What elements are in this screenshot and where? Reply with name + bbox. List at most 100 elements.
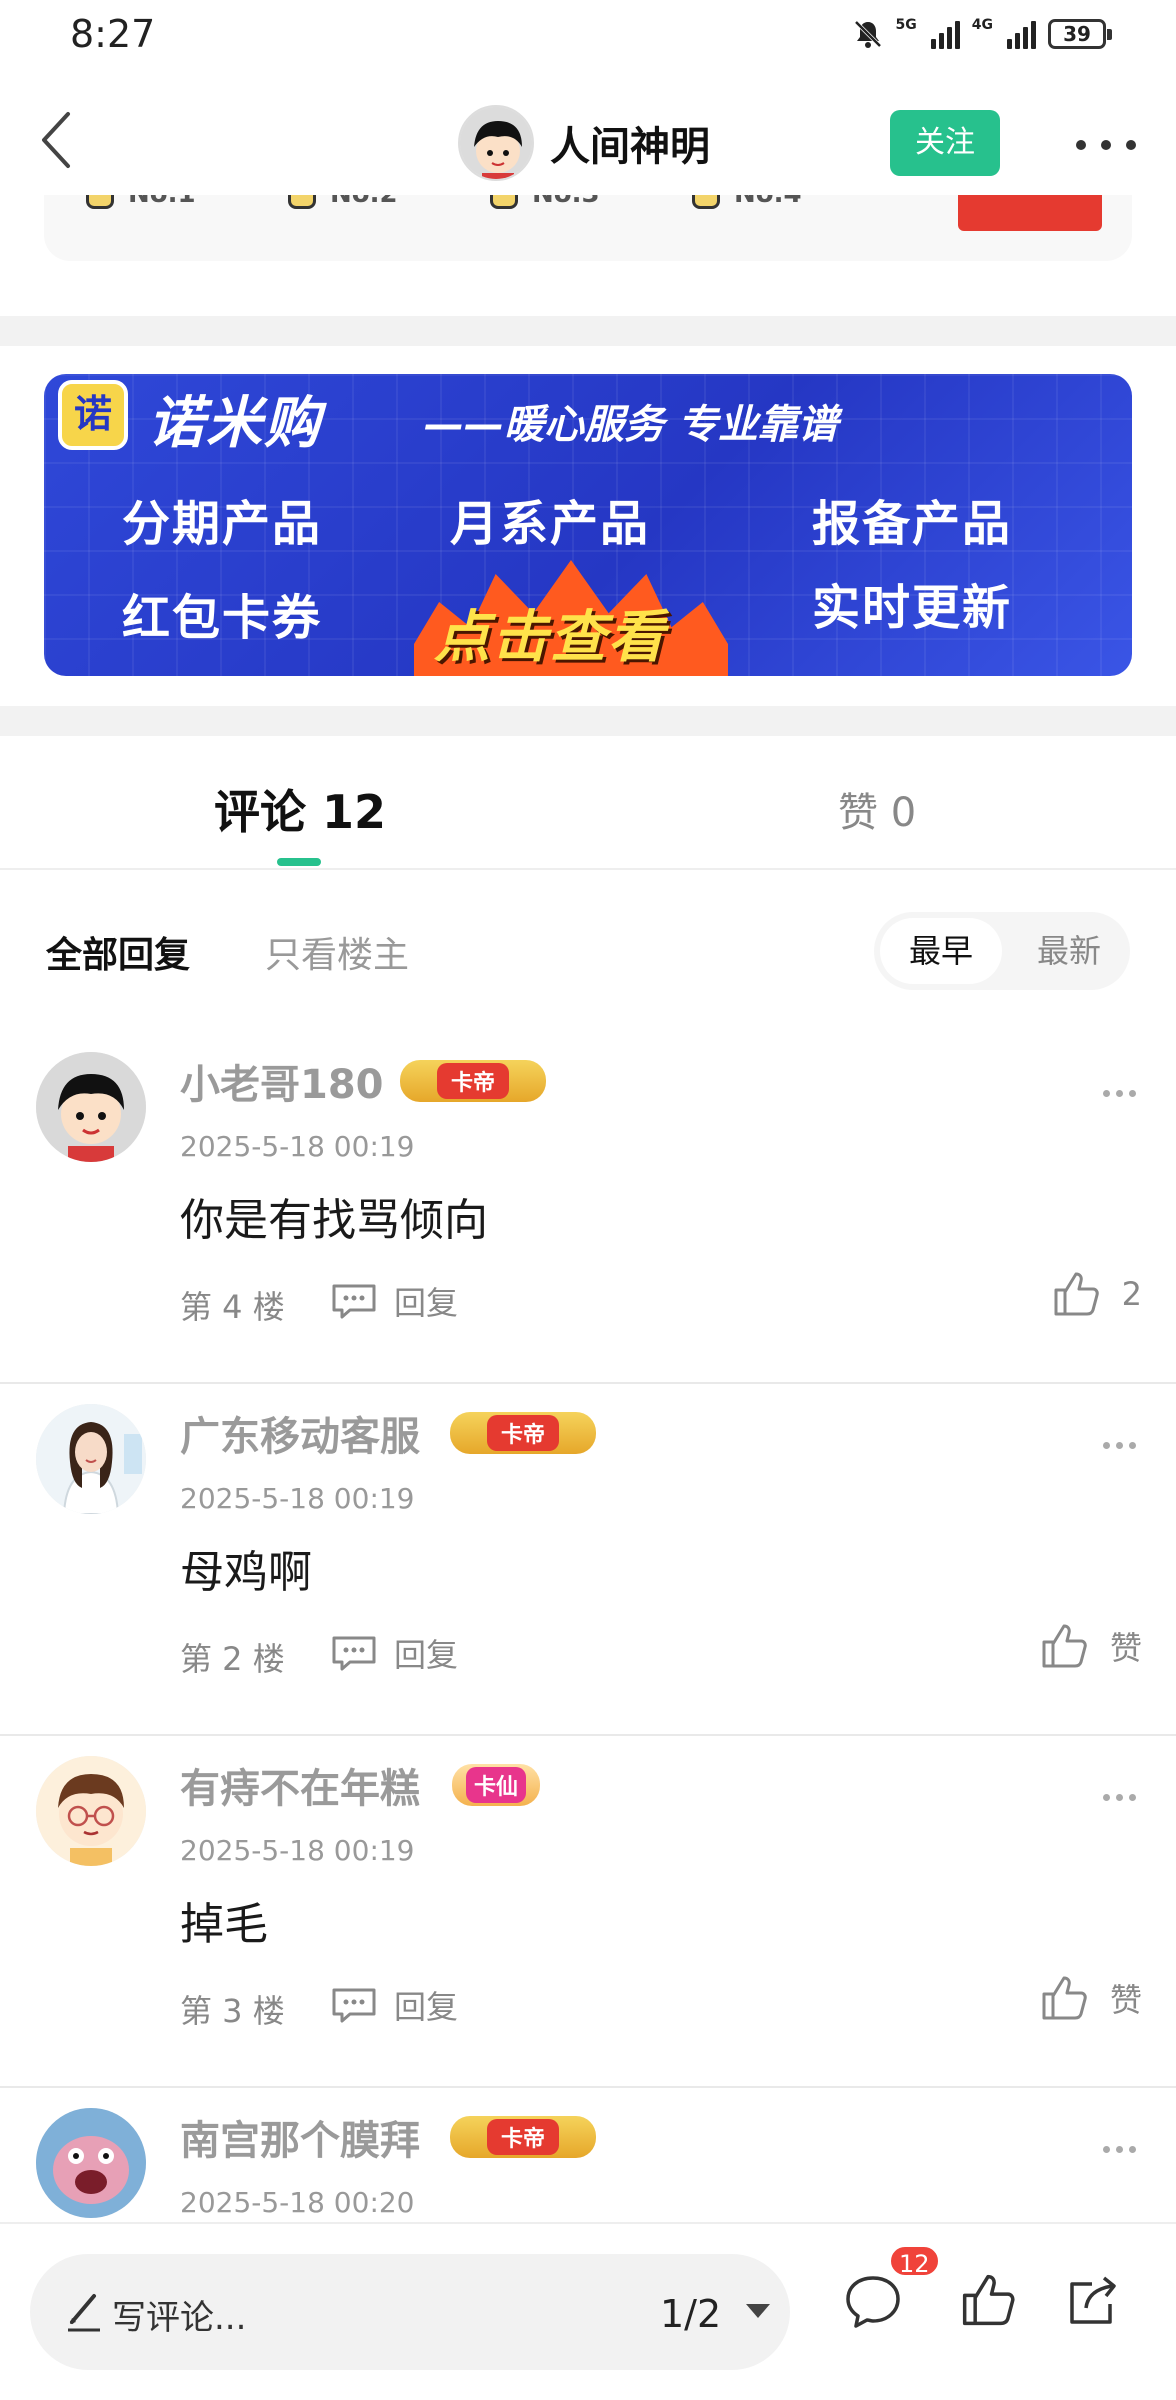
- thumbs-up-icon: [1042, 1976, 1087, 2020]
- more-dot-icon: [1101, 140, 1111, 150]
- signal-icon: [930, 19, 960, 49]
- banner-cta[interactable]: 点击查看: [434, 592, 666, 673]
- sort-latest-button[interactable]: 最新: [1014, 918, 1124, 984]
- more-dot-icon: [1076, 140, 1086, 150]
- badge-label: 卡仙: [465, 1767, 526, 1803]
- rank-item[interactable]: No.2: [288, 195, 398, 209]
- like-label: 赞: [1109, 1629, 1142, 1667]
- like-count: 2: [1121, 1275, 1142, 1313]
- commenter-name[interactable]: 南宫那个膜拜: [180, 2108, 420, 2166]
- floor-number: 第 4 楼: [180, 1288, 285, 1326]
- badge-label: 卡帝: [486, 1415, 559, 1451]
- active-tab-indicator: [277, 858, 321, 866]
- commenter-name[interactable]: 广东移动客服: [180, 1404, 420, 1462]
- cartoon-glasses-icon: [36, 1756, 146, 1866]
- banner-item: 月系产品: [450, 496, 651, 552]
- follow-button[interactable]: 关注: [890, 110, 1000, 176]
- back-button[interactable]: [26, 110, 86, 170]
- banner-item: 分期产品: [122, 496, 323, 552]
- rank-label: No.3: [532, 195, 600, 209]
- share-icon[interactable]: [1064, 2272, 1122, 2328]
- ranking-action-button[interactable]: [958, 195, 1102, 231]
- thumbs-up-icon: [1054, 1272, 1099, 1316]
- floor-number: 第 2 楼: [180, 1640, 285, 1678]
- commenter-name[interactable]: 有痔不在年糕: [180, 1756, 420, 1814]
- banner-item: 报备产品: [812, 496, 1013, 552]
- caret-down-icon[interactable]: [746, 2304, 770, 2318]
- commenter-name[interactable]: 小老哥180: [180, 1052, 384, 1110]
- rank-item[interactable]: No.4: [692, 195, 802, 209]
- brand-logo: 诺: [58, 380, 128, 450]
- rank-item[interactable]: No.1: [86, 195, 196, 209]
- avatar[interactable]: [458, 105, 534, 181]
- filter-op-only[interactable]: 只看楼主: [265, 926, 409, 978]
- like-button[interactable]: 2: [1052, 1270, 1142, 1318]
- comment-count-badge: 12: [888, 2244, 941, 2278]
- reply-label: 回复: [394, 1988, 459, 2026]
- more-dot-icon: [1126, 140, 1136, 150]
- reply-label: 回复: [394, 1284, 459, 1322]
- like-button[interactable]: 赞: [1040, 1974, 1142, 2022]
- reply-bubble-icon: [332, 1988, 376, 2023]
- comment-more-button[interactable]: [1103, 2146, 1136, 2153]
- sort-toggle: 最早 最新: [874, 912, 1130, 990]
- rank-label: No.4: [734, 195, 802, 209]
- rank-label: No.2: [330, 195, 398, 209]
- avatar[interactable]: [36, 2108, 146, 2218]
- section-divider: [0, 316, 1176, 346]
- status-bar: 8:27 5G 4G 39: [0, 0, 1176, 70]
- cartoon-boy-icon: [36, 1052, 146, 1162]
- avatar[interactable]: [36, 1052, 146, 1162]
- rank-label: No.1: [128, 195, 196, 209]
- promo-banner[interactable]: 诺 诺米购 ——暖心服务 专业靠谱 分期产品 月系产品 报备产品 红包卡券 实时…: [44, 374, 1132, 676]
- rank-item[interactable]: No.3: [490, 195, 600, 209]
- like-label: 赞: [1109, 1981, 1142, 2019]
- ranking-strip: No.1 No.2 No.3 No.4: [44, 195, 1132, 261]
- signal-icon: [1007, 19, 1036, 49]
- reply-button[interactable]: 回复: [330, 1630, 458, 1676]
- sort-earliest-button[interactable]: 最早: [880, 918, 1002, 984]
- cartoon-face-icon: [460, 107, 532, 179]
- trophy-icon: [692, 195, 720, 209]
- author-name[interactable]: 人间神明: [550, 114, 710, 172]
- comment-time: 2025-5-18 00:20: [180, 2186, 415, 2219]
- comment-text: 母鸡啊: [180, 1547, 312, 1598]
- banner-brand: 诺米购: [148, 391, 322, 456]
- woman-photo-icon: [36, 1404, 146, 1514]
- tab-comments[interactable]: 评论 12: [214, 776, 386, 842]
- reply-button[interactable]: 回复: [330, 1278, 458, 1324]
- filter-all-replies[interactable]: 全部回复: [46, 926, 190, 978]
- comment-text: 你是有找骂倾向: [180, 1195, 488, 1246]
- comment-more-button[interactable]: [1103, 1090, 1136, 1097]
- status-time: 8:27: [70, 12, 156, 56]
- comment-item: 小老哥180 卡帝 2025-5-18 00:19 你是有找骂倾向 第 4 楼 …: [0, 1032, 1176, 1384]
- comment-more-button[interactable]: [1103, 1794, 1136, 1801]
- battery-icon: 39: [1048, 19, 1112, 49]
- thumbs-up-icon[interactable]: [960, 2272, 1016, 2328]
- reply-button[interactable]: 回复: [330, 1982, 458, 2028]
- badge-label: 卡帝: [436, 1063, 509, 1099]
- rank-badge: 卡帝: [450, 1412, 596, 1454]
- banner-item: 红包卡券: [122, 590, 323, 646]
- comment-text: 掉毛: [180, 1899, 268, 1950]
- like-button[interactable]: 赞: [1040, 1622, 1142, 1670]
- comment-item: 有痔不在年糕 卡仙 2025-5-18 00:19 掉毛 第 3 楼 回复 赞: [0, 1736, 1176, 2088]
- author-info[interactable]: 人间神明: [458, 105, 710, 181]
- trophy-icon: [86, 195, 114, 209]
- thumbs-up-icon: [1042, 1624, 1087, 1668]
- avatar[interactable]: [36, 1404, 146, 1514]
- comment-input[interactable]: 写评论... 1/2: [30, 2254, 790, 2370]
- network-4g-label: 4G: [971, 17, 993, 33]
- avatar[interactable]: [36, 1756, 146, 1866]
- tab-likes[interactable]: 赞 0: [838, 780, 916, 838]
- more-options-button[interactable]: [1076, 120, 1136, 170]
- top-nav: 人间神明 关注: [0, 90, 1176, 200]
- cartoon-creature-icon: [36, 2108, 146, 2218]
- section-divider: [0, 706, 1176, 736]
- page-indicator[interactable]: 1/2: [660, 2292, 721, 2336]
- comment-bubble-icon[interactable]: [842, 2272, 904, 2332]
- banner-slogan: ——暖心服务 专业靠谱: [424, 402, 838, 448]
- trophy-icon: [288, 195, 316, 209]
- comment-more-button[interactable]: [1103, 1442, 1136, 1449]
- comment-time: 2025-5-18 00:19: [180, 1834, 415, 1867]
